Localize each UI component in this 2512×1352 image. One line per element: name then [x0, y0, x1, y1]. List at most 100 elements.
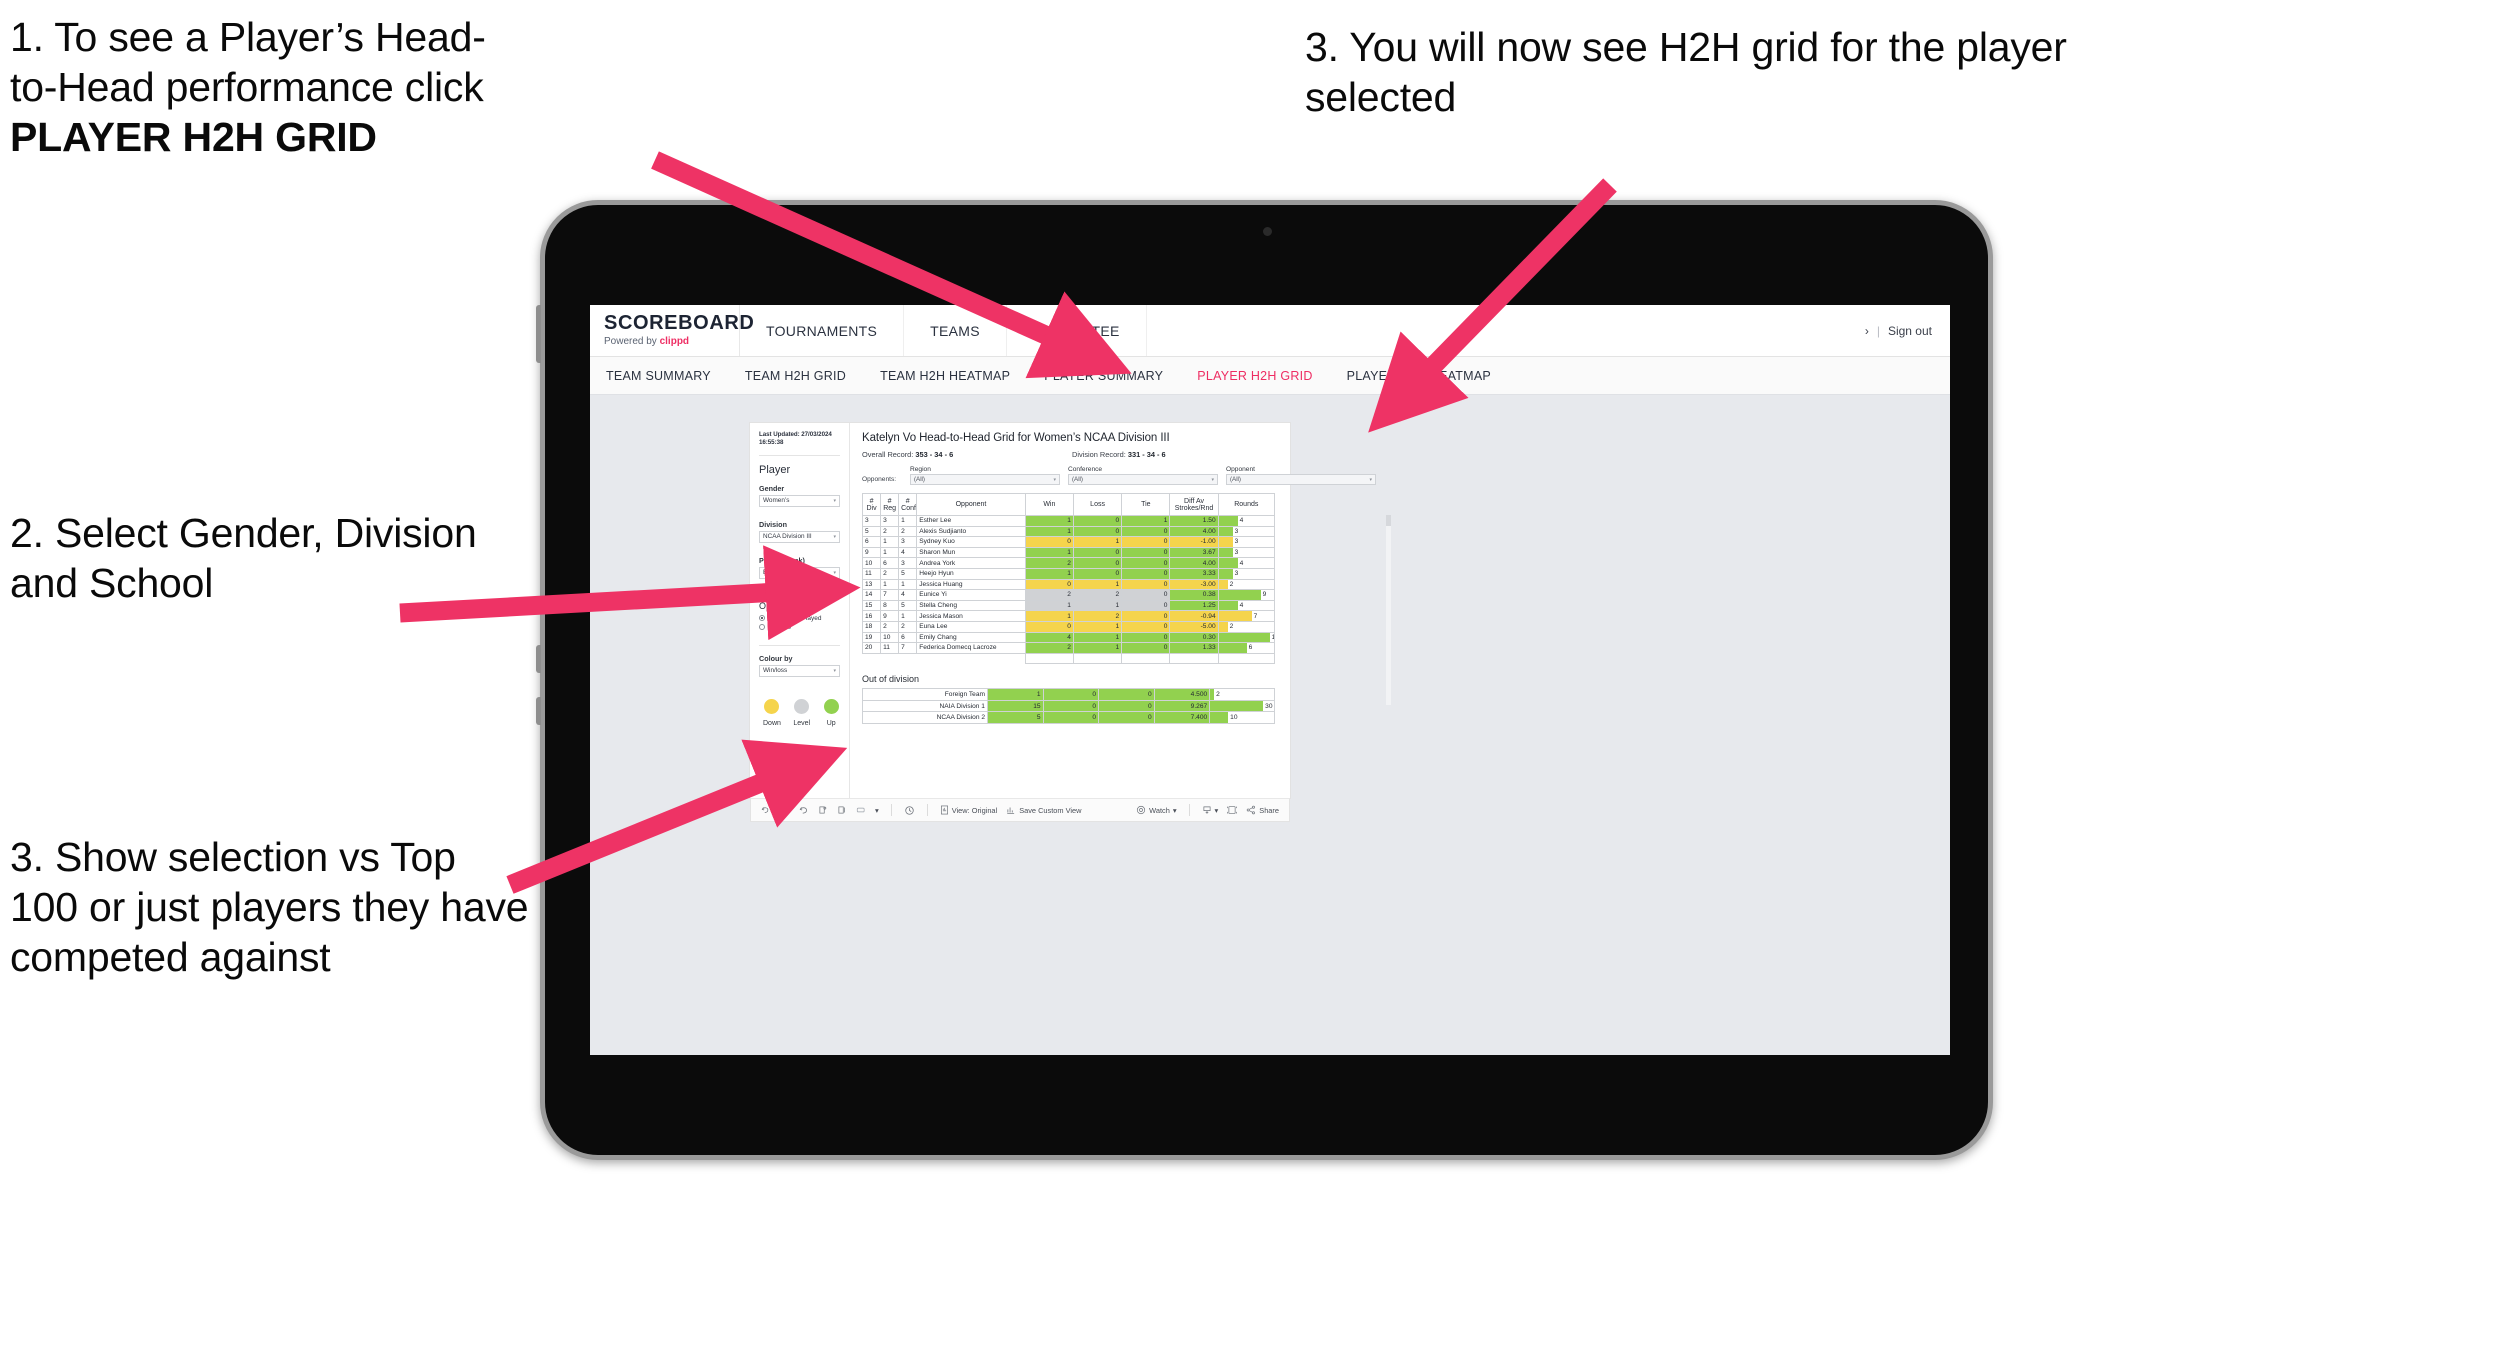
pane-divider-2 — [759, 591, 840, 593]
col-win[interactable]: Win — [1024, 493, 1074, 516]
history-icon[interactable] — [904, 805, 915, 816]
table-row[interactable]: 15 8 5 Stella Cheng 1 1 0 1.25 4 — [861, 599, 1276, 612]
undo-icon[interactable] — [761, 805, 771, 815]
table-cell: Sydney Kuo — [916, 536, 1026, 548]
table-header-row: # Div # Reg # Conf Opponent Win Loss Tie… — [861, 493, 1276, 516]
table-cell: 1 — [880, 578, 900, 591]
table-scrollbar[interactable] — [1386, 515, 1391, 705]
table-cell: 8 — [880, 599, 900, 612]
revert-icon[interactable] — [799, 805, 809, 815]
table-row[interactable]: 18 2 2 Euna Lee 0 1 0 -5.00 2 — [861, 620, 1276, 633]
table-row[interactable]: 16 9 1 Jessica Mason 1 2 0 -0.94 7 — [861, 610, 1276, 622]
out-of-division-row[interactable]: NCAA Division 2 5 0 0 7.400 10 — [862, 711, 1275, 724]
table-row[interactable]: 14 7 4 Eunice Yi 2 2 0 0.38 9 — [861, 589, 1276, 601]
sign-out-link[interactable]: Sign out — [1888, 324, 1932, 338]
tab-team-h2h-grid[interactable]: TEAM H2H GRID — [745, 369, 864, 383]
rounds-cell: 4 — [1217, 599, 1276, 612]
rounds-bar — [1219, 580, 1228, 589]
save-custom-view-button[interactable]: Save Custom View — [1006, 805, 1082, 815]
table-blank-cell — [1121, 652, 1171, 665]
tab-player-summary[interactable]: PLAYER SUMMARY — [1044, 369, 1181, 383]
legend-up-swatch — [823, 698, 839, 714]
tab-team-summary[interactable]: TEAM SUMMARY — [606, 369, 729, 383]
redo-icon[interactable] — [780, 805, 790, 815]
table-cell: 5 — [986, 711, 1044, 724]
table-scrollbar-thumb[interactable] — [1386, 515, 1391, 526]
table-row[interactable]: 5 2 2 Alexis Sudjianto 1 0 0 4.00 3 — [861, 525, 1276, 538]
table-cell: 10 — [861, 557, 882, 569]
watch-button[interactable]: Watch ▾ — [1136, 805, 1177, 815]
filter-division-select[interactable]: NCAA Division III ▾ — [759, 530, 840, 543]
tab-player-h2h-heatmap[interactable]: PLAYER H2H HEATMAP — [1347, 369, 1509, 383]
download-button[interactable]: ▾ — [1202, 805, 1218, 815]
col-reg[interactable]: # Reg — [880, 493, 900, 516]
colour-by-select[interactable]: Win/loss ▾ — [759, 664, 840, 677]
table-row[interactable]: 6 1 3 Sydney Kuo 0 1 0 -1.00 3 — [861, 536, 1276, 548]
table-cell: 0 — [1121, 557, 1171, 569]
out-of-division-row[interactable]: Foreign Team 1 0 0 4.500 2 — [862, 688, 1275, 701]
watch-caret-icon: ▾ — [1172, 805, 1177, 815]
brand-logo[interactable]: SCOREBOARD Powered by clippd — [590, 305, 754, 356]
nav-item-committee[interactable]: COMMITTEE — [1007, 305, 1147, 356]
pause-updates-icon[interactable] — [837, 805, 847, 815]
legend-up-label: Up — [826, 719, 836, 727]
nav-item-teams[interactable]: TEAMS — [904, 305, 1007, 356]
chevron-right-icon[interactable]: › — [1865, 324, 1869, 338]
fullscreen-icon[interactable] — [1227, 805, 1237, 815]
col-diff-av-strokes[interactable]: Diff Av Strokes/Rnd — [1169, 493, 1219, 516]
filter-opponent-select[interactable]: (All) ▾ — [1226, 474, 1376, 485]
rounds-bar — [1219, 558, 1238, 568]
out-of-division-row[interactable]: NAIA Division 1 15 0 0 9.267 30 — [862, 699, 1275, 713]
col-div[interactable]: # Div — [861, 493, 882, 516]
table-cell: 0 — [1098, 699, 1155, 713]
table-row[interactable]: 11 2 5 Heejo Hyun 1 0 0 3.33 3 — [861, 567, 1276, 580]
share-button[interactable]: Share — [1246, 805, 1279, 815]
table-cell: NCAA Division 2 — [862, 711, 988, 724]
view-original-button[interactable]: View: Original — [940, 805, 997, 815]
filter-gender-select[interactable]: Women’s ▾ — [759, 494, 840, 507]
table-row[interactable]: 20 11 7 Federica Domecq Lacroze 2 1 0 1.33 6 — [861, 642, 1276, 654]
rounds-value: 2 — [1229, 623, 1234, 631]
table-cell: 4 — [898, 589, 918, 601]
table-row[interactable]: 10 6 3 Andrea York 2 0 0 4.00 4 — [861, 557, 1276, 569]
rounds-value: 3 — [1234, 549, 1239, 557]
table-cell: 4.00 — [1169, 557, 1219, 569]
device-layout-icon[interactable] — [856, 805, 866, 815]
col-conf[interactable]: # Conf — [898, 493, 918, 516]
table-blank-cell — [881, 653, 899, 664]
chevron-down-icon: ▾ — [1211, 476, 1214, 483]
col-opponent[interactable]: Opponent — [916, 493, 1026, 516]
refresh-data-icon[interactable] — [818, 805, 828, 815]
device-layout-caret-icon[interactable]: ▾ — [875, 806, 879, 815]
view-original-icon — [940, 805, 948, 815]
col-tie[interactable]: Tie — [1121, 493, 1171, 516]
table-cell: 4.00 — [1169, 525, 1219, 538]
tab-team-h2h-heatmap[interactable]: TEAM H2H HEATMAP — [880, 369, 1028, 383]
col-loss[interactable]: Loss — [1072, 493, 1123, 516]
table-cell: 19 — [861, 631, 882, 644]
radio-top-100[interactable]: Top 100 — [759, 624, 840, 631]
table-row[interactable]: 19106Emily Chang4100.3011 — [861, 631, 1276, 644]
rounds-value: 2 — [1216, 691, 1220, 699]
watch-label: Watch — [1149, 805, 1170, 815]
table-cell: 1 — [880, 546, 900, 559]
table-row[interactable]: 9 1 4 Sharon Mun 1 0 0 3.67 3 — [861, 546, 1276, 559]
rounds-value: 10 — [1230, 714, 1238, 722]
tab-player-h2h-grid[interactable]: PLAYER H2H GRID — [1197, 369, 1330, 383]
rounds-cell: 10 — [1209, 711, 1275, 724]
opponents-label: Opponents: — [862, 476, 897, 483]
division-record: Division Record: 331 - 34 - 6 — [1072, 450, 1166, 459]
filter-player-select[interactable]: B. Katelyn Vo ▾ — [759, 566, 840, 579]
radio-opponents-played[interactable]: Opponents Played — [759, 615, 840, 622]
rounds-bar — [1219, 601, 1238, 610]
rounds-bar — [1219, 590, 1261, 600]
table-row[interactable]: 3 3 1 Esther Lee 1 0 1 1.50 4 — [861, 515, 1276, 527]
col-rounds[interactable]: Rounds — [1217, 493, 1276, 516]
radio-opponents-played-label: Opponents Played — [768, 614, 822, 622]
filter-conference-select[interactable]: (All) ▾ — [1068, 474, 1218, 485]
table-row[interactable]: 13 1 1 Jessica Huang 0 1 0 -3.00 2 — [861, 578, 1276, 591]
filter-region-select[interactable]: (All) ▾ — [910, 474, 1060, 485]
nav-item-tournaments[interactable]: TOURNAMENTS — [740, 305, 905, 356]
table-cell: 1 — [1072, 620, 1123, 633]
h2h-table: # Div # Reg # Conf Opponent Win Loss Tie… — [861, 493, 1276, 665]
